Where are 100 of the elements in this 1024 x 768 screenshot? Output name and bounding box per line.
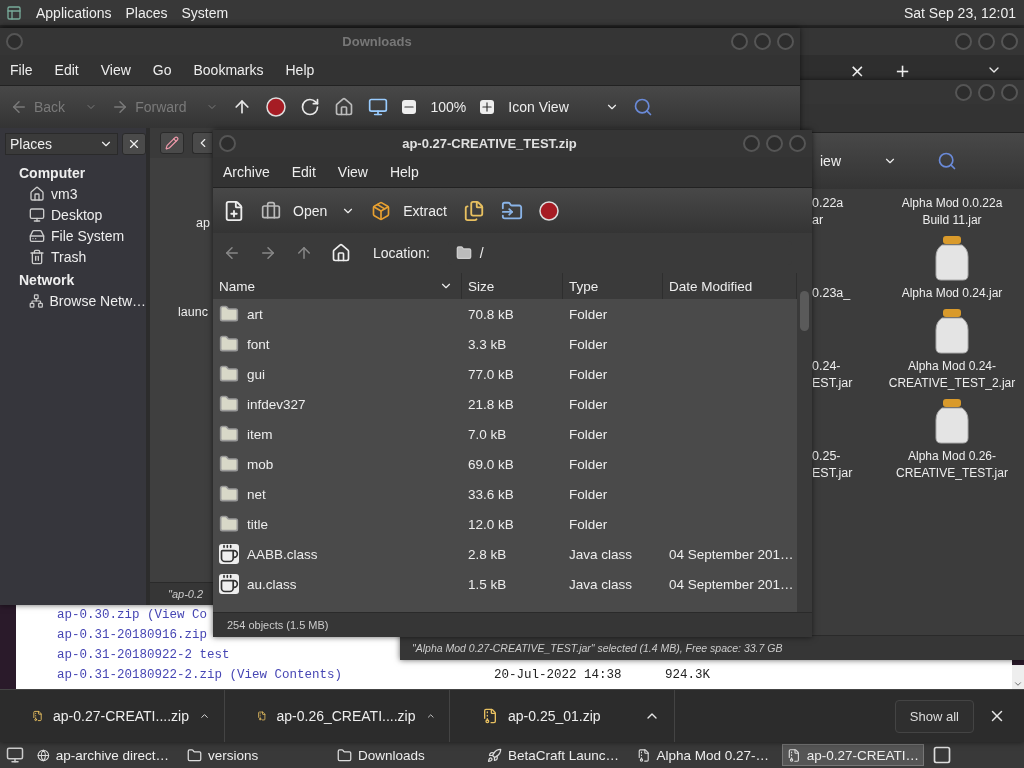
scrollbar-thumb[interactable] <box>800 291 809 331</box>
tab-close-button[interactable]: × <box>841 59 873 81</box>
menu-item[interactable]: Bookmarks <box>193 62 264 78</box>
taskbar-item[interactable]: ap-archive direct… <box>32 744 174 766</box>
minimize-button[interactable] <box>955 33 972 50</box>
column-header[interactable]: Type <box>563 273 663 299</box>
menu-item[interactable]: View <box>100 62 131 78</box>
taskbar-item[interactable]: BetaCraft Launc… <box>482 744 624 766</box>
view-contents-link[interactable]: (View Contents) <box>229 668 343 682</box>
jar-icon <box>934 308 970 354</box>
zoom-level: 100% <box>430 99 467 115</box>
add-files-icon[interactable] <box>462 199 485 222</box>
edit-location-button[interactable] <box>160 132 184 154</box>
taskbar-item[interactable]: versions <box>182 744 324 766</box>
stop-icon[interactable] <box>538 200 559 221</box>
reload-icon[interactable] <box>300 97 321 117</box>
scrollbar[interactable] <box>1012 665 1024 689</box>
extract-button[interactable]: Extract <box>371 200 447 221</box>
home-icon[interactable] <box>331 243 351 263</box>
search-icon[interactable] <box>937 151 957 171</box>
maximize-button[interactable] <box>978 33 995 50</box>
minimize-button[interactable] <box>731 33 748 50</box>
file-label[interactable]: ap <box>196 216 210 230</box>
window-title: Downloads <box>341 34 413 49</box>
file-link[interactable]: ap-0.31-20180922-2 test <box>57 648 230 662</box>
panel-menu[interactable]: Applications <box>36 4 112 21</box>
file-label[interactable]: Alpha Mod 0.24-CREATIVE_TEST_2.jar <box>888 358 1016 392</box>
pencil-icon <box>165 136 179 150</box>
new-tab-button[interactable]: + <box>886 59 918 81</box>
taskbar-item[interactable]: Alpha Mod 0.27-… <box>632 744 774 766</box>
window-menu-button[interactable] <box>219 135 236 152</box>
file-label[interactable]: Alpha Mod 0.24.jar <box>888 285 1016 302</box>
minimize-button[interactable] <box>955 83 972 101</box>
file-link[interactable]: ap-0.31-20180922-2.zip <box>57 668 223 682</box>
menu-logo-icon[interactable] <box>6 4 22 21</box>
stop-icon[interactable] <box>266 97 287 117</box>
minimize-button[interactable] <box>743 135 760 152</box>
maximize-button[interactable] <box>754 33 771 50</box>
menu-item[interactable]: Help <box>285 62 315 78</box>
menu-item[interactable]: File <box>10 62 33 78</box>
name-cell[interactable]: mob <box>213 454 462 474</box>
file-link[interactable]: ap-0.30.zip <box>57 608 140 622</box>
show-all-button[interactable]: Show all <box>894 699 974 733</box>
menu-item[interactable]: View <box>337 164 368 180</box>
menu-item[interactable]: Edit <box>54 62 79 78</box>
computer-icon[interactable] <box>368 97 389 117</box>
show-desktop-icon[interactable] <box>6 746 24 764</box>
name-cell[interactable]: net <box>213 484 462 504</box>
maximize-button[interactable] <box>766 135 783 152</box>
view-contents-link[interactable]: (View Co <box>147 608 208 622</box>
sidebar-item[interactable]: Trash <box>5 247 146 268</box>
view-mode-dropdown[interactable]: Icon View <box>508 99 619 115</box>
window-menu-button[interactable] <box>6 33 23 50</box>
folder-icon <box>337 747 352 763</box>
menu-item[interactable]: Help <box>389 164 419 180</box>
desktop-icon <box>29 207 45 223</box>
zoom-out-icon[interactable] <box>402 100 417 114</box>
maximize-button[interactable] <box>978 83 995 101</box>
panel-menu[interactable]: System <box>181 4 229 21</box>
taskbar-item[interactable]: ap-0.27-CREATI… <box>782 744 924 766</box>
name-cell[interactable]: gui <box>213 364 462 384</box>
menu-item[interactable]: Archive <box>223 164 270 180</box>
sidebar-item[interactable]: Desktop <box>5 205 146 226</box>
type-cell-text: Folder <box>568 486 609 502</box>
name-cell[interactable]: font <box>213 334 462 354</box>
file-link[interactable]: ap-0.31-20180916.zip <box>57 628 208 642</box>
sidebar-item[interactable]: vm3 <box>5 184 146 205</box>
file-label[interactable]: Alpha Mod 0.26-CREATIVE_TEST.jar <box>888 448 1016 482</box>
forward-icon[interactable] <box>259 244 277 262</box>
taskbar-item[interactable]: Downloads <box>332 744 474 766</box>
panel-menu[interactable]: Places <box>125 4 168 21</box>
name-cell[interactable]: infdev327 <box>213 394 462 414</box>
column-header[interactable]: Size <box>462 273 563 299</box>
column-header[interactable]: Name <box>213 273 462 299</box>
home-icon[interactable] <box>334 97 355 117</box>
workspace-switcher-icon[interactable] <box>932 745 952 765</box>
name-cell[interactable]: art <box>213 304 462 324</box>
view-mode-dropdown[interactable]: iew <box>820 153 897 169</box>
name-cell[interactable]: item <box>213 424 462 444</box>
sidebar-item[interactable]: File System <box>5 226 146 247</box>
scroll-down-icon[interactable] <box>1013 679 1023 689</box>
file-label[interactable]: launc <box>178 305 208 319</box>
zoom-in-icon[interactable] <box>480 100 495 114</box>
name-cell[interactable]: au.class <box>213 574 462 594</box>
name-cell[interactable]: AABB.class <box>213 544 462 564</box>
path-back-button[interactable] <box>192 132 212 154</box>
add-folder-icon[interactable] <box>500 199 523 222</box>
close-button[interactable] <box>122 133 146 155</box>
menu-item[interactable]: Go <box>152 62 172 78</box>
name-cell[interactable]: title <box>213 514 462 534</box>
search-icon[interactable] <box>632 97 653 117</box>
file-label[interactable]: Alpha Mod 0.0.22a Build 11.jar <box>888 195 1016 229</box>
back-icon[interactable] <box>223 244 241 262</box>
sidebar-item[interactable]: Browse Netw… <box>5 291 146 312</box>
type-cell-text: Folder <box>568 366 609 382</box>
menu-item[interactable]: Edit <box>291 164 316 180</box>
open-button[interactable]: Open <box>261 200 356 221</box>
sidebar-select[interactable]: Places <box>5 133 118 155</box>
new-archive-icon[interactable] <box>223 199 245 222</box>
scrollbar[interactable] <box>797 273 812 612</box>
